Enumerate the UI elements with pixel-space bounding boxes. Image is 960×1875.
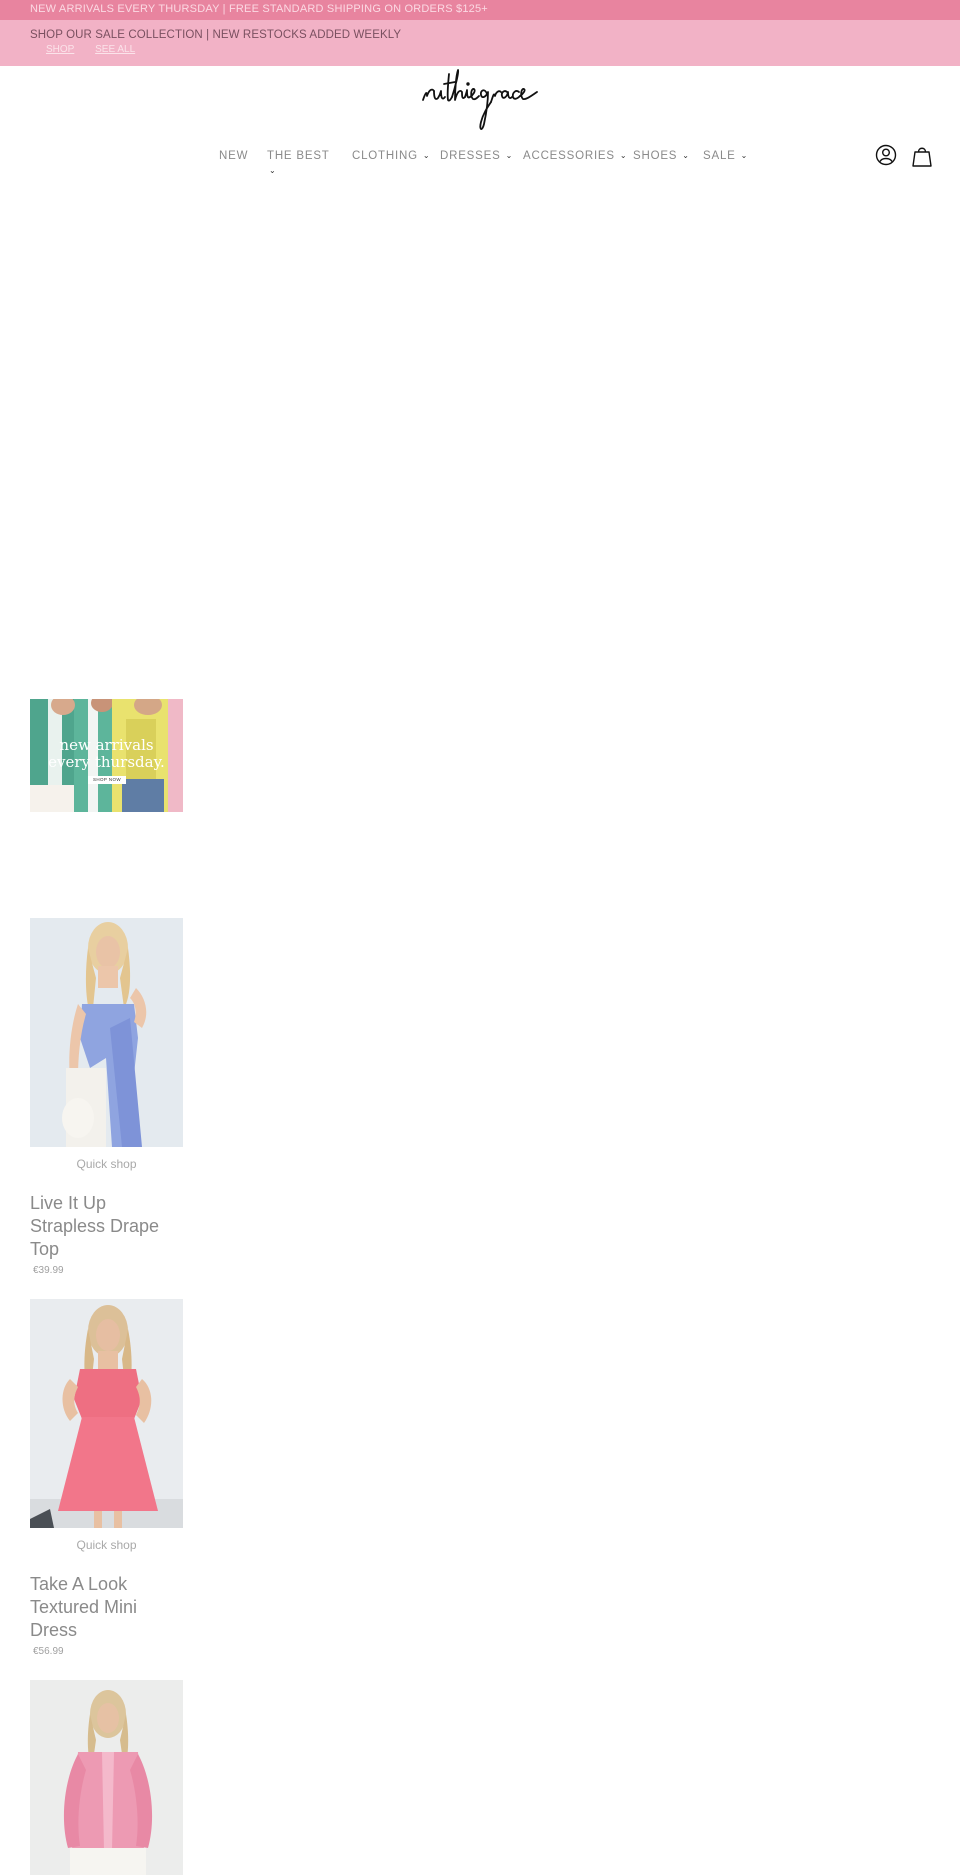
product-title[interactable]: Live It Up Strapless Drape Top xyxy=(30,1192,183,1261)
nav-label: SHOES xyxy=(633,150,678,162)
nav-label: DRESSES xyxy=(440,150,501,162)
nav-label: ACCESSORIES xyxy=(523,150,615,162)
chevron-down-icon: ⌄ xyxy=(682,151,690,161)
nav-item-sale[interactable]: SALE ⌄ xyxy=(703,150,748,162)
chevron-down-icon: ⌄ xyxy=(422,151,431,161)
sale-bar-links: SHOP SEE ALL xyxy=(46,44,153,55)
logo-script-graphic xyxy=(422,69,538,130)
shopping-bag-icon[interactable] xyxy=(911,144,933,168)
chevron-down-icon: ⌄ xyxy=(269,166,277,175)
nav-label: SALE xyxy=(703,150,736,162)
product-image[interactable] xyxy=(30,918,183,1147)
chevron-down-icon: ⌄ xyxy=(505,151,514,161)
product-card: Quick shop Live It Up Strapless Drape To… xyxy=(30,918,183,1276)
product-title[interactable]: Take A Look Textured Mini Dress xyxy=(30,1573,183,1642)
nav-item-the-best[interactable]: THE BEST ⌄ xyxy=(267,150,330,175)
announcement-bar: NEW ARRIVALS EVERY THURSDAY | FREE STAND… xyxy=(0,0,960,20)
quick-shop-button[interactable]: Quick shop xyxy=(30,1157,183,1171)
product-card: Quick shop Take A Look Textured Mini Dre… xyxy=(30,1299,183,1657)
product-price: €56.99 xyxy=(33,1646,64,1657)
product-image[interactable] xyxy=(30,1299,183,1528)
nav-item-new[interactable]: NEW xyxy=(219,150,248,162)
chevron-down-icon: ⌄ xyxy=(740,151,749,161)
main-nav: NEW THE BEST ⌄ CLOTHING ⌄ DRESSES ⌄ ACCESS… xyxy=(0,150,960,180)
sale-bar-link-see-all[interactable]: SEE ALL xyxy=(95,44,135,55)
product-card xyxy=(30,1680,183,1875)
nav-item-accessories[interactable]: ACCESSORIES ⌄ xyxy=(523,150,627,162)
banner-headline-line1: new arrivals xyxy=(59,736,154,754)
sale-bar: SHOP OUR SALE COLLECTION | NEW RESTOCKS … xyxy=(0,20,960,66)
announcement-text[interactable]: NEW ARRIVALS EVERY THURSDAY | FREE STAND… xyxy=(30,3,488,15)
shop-now-button[interactable]: SHOP NOW xyxy=(88,776,126,784)
nav-item-dresses[interactable]: DRESSES ⌄ xyxy=(440,150,513,162)
chevron-down-icon: ⌄ xyxy=(619,151,628,161)
product-image[interactable] xyxy=(30,1680,183,1875)
nav-item-clothing[interactable]: CLOTHING ⌄ xyxy=(352,150,430,162)
sale-bar-text[interactable]: SHOP OUR SALE COLLECTION | NEW RESTOCKS … xyxy=(30,29,401,41)
nav-label: THE BEST xyxy=(267,150,330,162)
sale-bar-link-shop[interactable]: SHOP xyxy=(46,44,74,55)
quick-shop-button[interactable]: Quick shop xyxy=(30,1538,183,1552)
banner-headline: new arrivals every thursday. xyxy=(30,737,183,771)
new-arrivals-banner[interactable]: new arrivals every thursday. SHOP NOW xyxy=(30,699,183,812)
banner-headline-line2: every thursday. xyxy=(48,753,165,771)
product-price: €39.99 xyxy=(33,1265,64,1276)
nav-item-shoes[interactable]: SHOES ⌄ xyxy=(633,150,690,162)
store-logo[interactable] xyxy=(415,66,545,138)
nav-label: NEW xyxy=(219,150,249,162)
user-circle-icon[interactable] xyxy=(875,144,897,166)
nav-label: CLOTHING xyxy=(352,150,418,162)
